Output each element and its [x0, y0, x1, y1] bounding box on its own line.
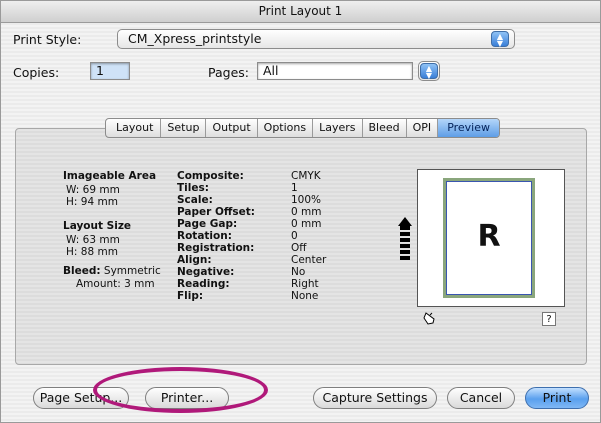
layout-width: W: 63 mm	[66, 234, 120, 246]
bleed-line: Bleed: Symmetric	[63, 265, 161, 277]
imageable-height: H: 94 mm	[66, 196, 118, 208]
help-icon[interactable]: ?	[542, 312, 556, 326]
copies-label: Copies:	[13, 65, 60, 80]
detail-label: Composite:	[177, 170, 244, 182]
detail-label: Tiles:	[177, 182, 209, 194]
detail-value: Off	[291, 242, 307, 254]
detail-value: No	[291, 266, 306, 278]
pages-field[interactable]: All	[257, 62, 413, 80]
detail-label: Scale:	[177, 194, 213, 206]
tab-setup[interactable]: Setup	[161, 119, 207, 137]
imageable-width: W: 69 mm	[66, 184, 120, 196]
print-layout-dialog: Print Layout 1 Print Style: CM_Xpress_pr…	[0, 0, 601, 423]
detail-label: Registration:	[177, 242, 255, 254]
bleed-label: Bleed:	[63, 265, 101, 277]
hand-cursor-icon[interactable]	[422, 309, 440, 327]
detail-value: None	[291, 290, 319, 302]
window-title: Print Layout 1	[1, 1, 600, 23]
popup-arrows-icon: ▲ ▼	[420, 63, 438, 80]
detail-label: Paper Offset:	[177, 206, 255, 218]
tab-bleed[interactable]: Bleed	[363, 119, 407, 137]
preview-letter: R	[446, 181, 532, 295]
layout-height: H: 88 mm	[66, 246, 118, 258]
print-style-popup[interactable]: CM_Xpress_printstyle ▲ ▼	[117, 29, 515, 49]
detail-value: 0 mm	[291, 206, 322, 218]
detail-label: Flip:	[177, 290, 204, 302]
detail-value: 0	[291, 230, 298, 242]
detail-label: Reading:	[177, 278, 230, 290]
imageable-area-heading: Imageable Area	[63, 170, 157, 182]
print-style-label: Print Style:	[13, 32, 82, 47]
pages-popup[interactable]: ▲ ▼	[418, 61, 440, 81]
detail-value: 0 mm	[291, 218, 322, 230]
detail-label: Negative:	[177, 266, 235, 278]
printer-button[interactable]: Printer...	[145, 387, 229, 409]
tab-options[interactable]: Options	[258, 119, 314, 137]
detail-value: Right	[291, 278, 319, 290]
cancel-button[interactable]: Cancel	[447, 387, 515, 409]
detail-value: Center	[291, 254, 327, 266]
detail-label: Align:	[177, 254, 212, 266]
preview-pane: R	[417, 169, 565, 307]
detail-value: 100%	[291, 194, 322, 206]
copies-field[interactable]: 1	[90, 62, 130, 80]
pages-label: Pages:	[208, 65, 249, 80]
details-labels: Composite: Tiles: Scale: Paper Offset: P…	[177, 170, 255, 302]
page-setup-button[interactable]: Page Setup...	[33, 387, 129, 409]
page-sheet: R	[443, 178, 535, 298]
print-button[interactable]: Print	[525, 387, 589, 409]
tab-opi[interactable]: OPI	[407, 119, 439, 137]
feed-direction-icon	[398, 217, 412, 260]
detail-value: 1	[291, 182, 298, 194]
popup-arrows-icon: ▲ ▼	[491, 31, 509, 48]
detail-label: Rotation:	[177, 230, 232, 242]
layout-size-heading: Layout Size	[63, 220, 132, 232]
tab-layers[interactable]: Layers	[313, 119, 363, 137]
bleed-value: Symmetric	[103, 265, 161, 277]
tab-bar: Layout Setup Output Options Layers Bleed…	[105, 118, 501, 138]
detail-value: CMYK	[291, 170, 321, 182]
details-values: CMYK 1 100% 0 mm 0 mm 0 Off Center No Ri…	[291, 170, 326, 302]
bleed-amount: Amount: 3 mm	[76, 278, 155, 290]
tab-output[interactable]: Output	[206, 119, 258, 137]
tab-preview[interactable]: Preview	[438, 119, 500, 137]
detail-label: Page Gap:	[177, 218, 238, 230]
tab-layout[interactable]: Layout	[106, 119, 162, 137]
print-style-value: CM_Xpress_printstyle	[128, 31, 262, 46]
capture-settings-button[interactable]: Capture Settings	[313, 387, 437, 409]
